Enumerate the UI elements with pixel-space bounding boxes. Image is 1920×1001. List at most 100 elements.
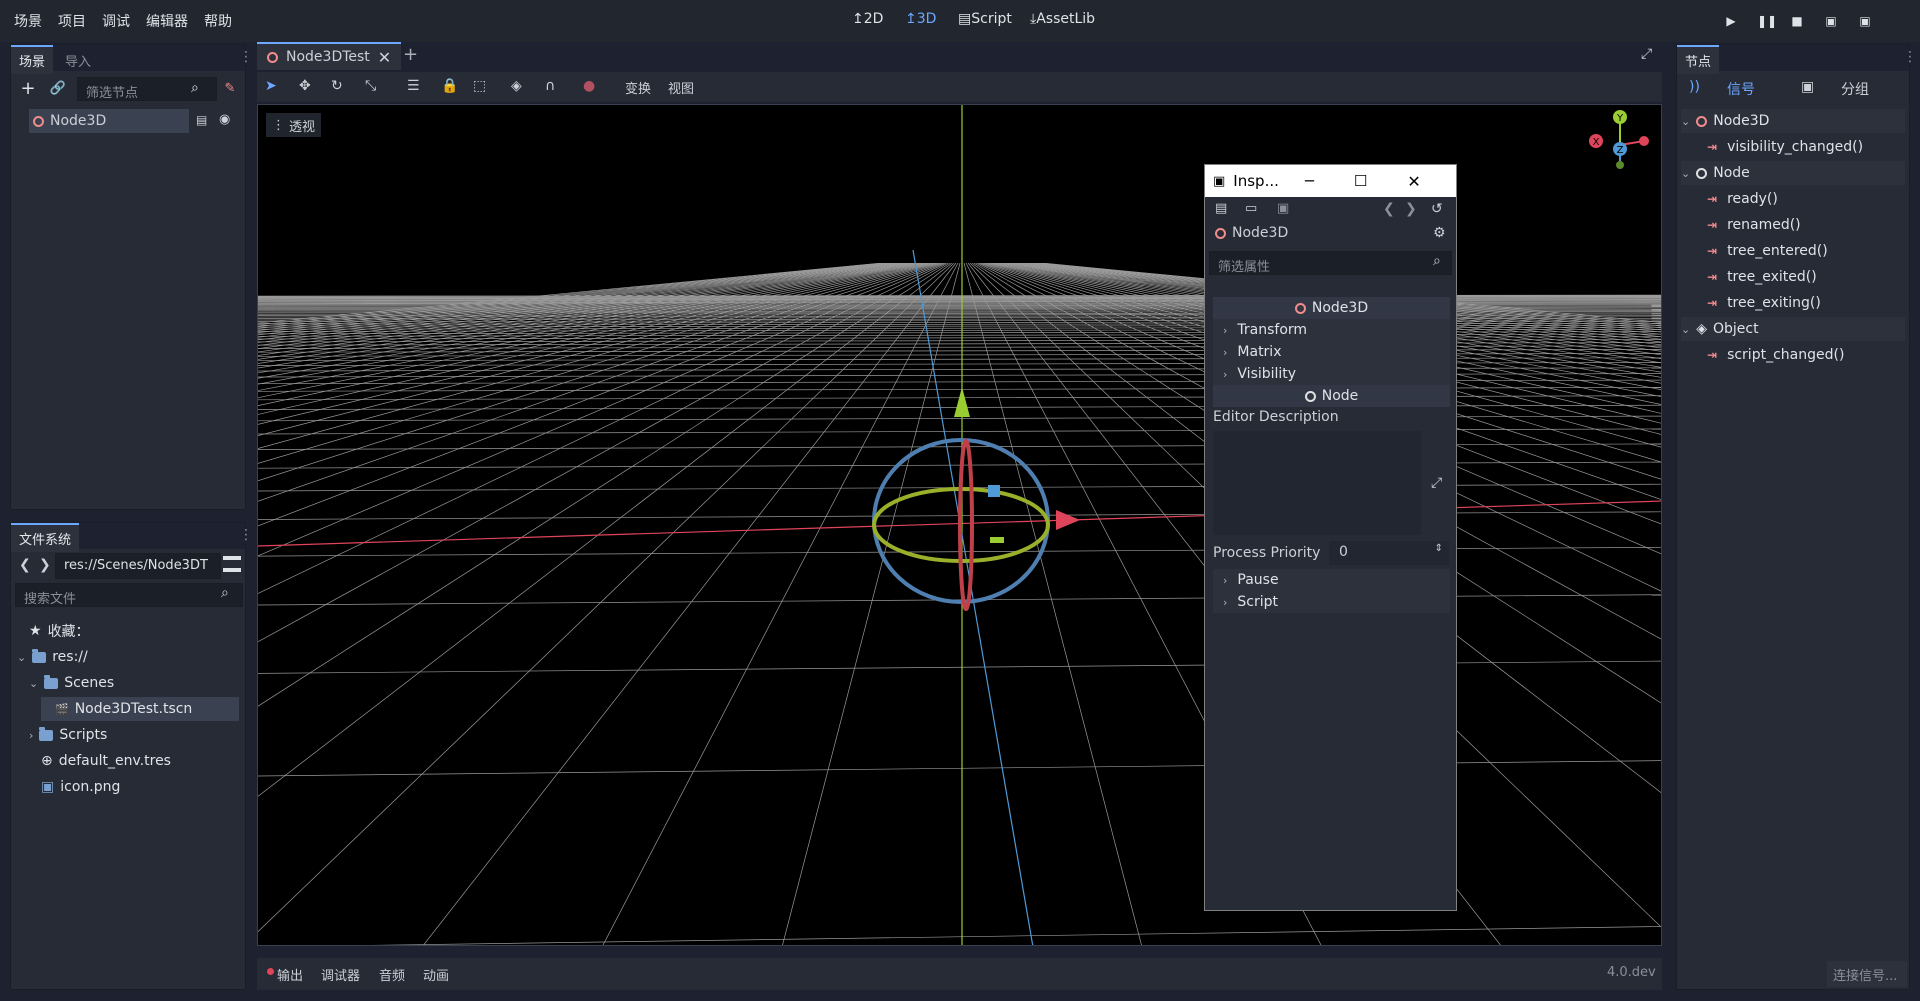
- mode-2d-button[interactable]: ↥2D: [852, 11, 883, 27]
- signal-group-node3d[interactable]: ⌄ Node3D: [1681, 109, 1905, 133]
- add-node-icon[interactable]: +: [17, 77, 39, 99]
- tab-node3dtest[interactable]: Node3DTest ✕: [257, 42, 402, 70]
- menu-transform[interactable]: 变换: [625, 78, 651, 97]
- select-tool-icon[interactable]: ➤: [265, 78, 277, 94]
- path-field[interactable]: res://Scenes/Node3DT: [55, 553, 221, 579]
- perspective-button[interactable]: ⋮ 透视: [266, 113, 322, 137]
- back-icon[interactable]: ❮: [19, 557, 31, 573]
- inspector-titlebar[interactable]: ▣ Insp... ─ ☐ ✕: [1205, 165, 1456, 197]
- menu-debug[interactable]: 调试: [102, 11, 130, 31]
- dock-menu-icon[interactable]: ⋮: [1903, 49, 1917, 65]
- favorites-row[interactable]: ★ 收藏：: [29, 619, 90, 643]
- open-folder-icon[interactable]: ▭: [1245, 201, 1257, 216]
- process-priority-spinbox[interactable]: 0 ⇕: [1329, 541, 1449, 565]
- signal-item[interactable]: ⇥ tree_exiting(): [1707, 291, 1821, 315]
- menu-view[interactable]: 视图: [668, 78, 694, 97]
- camera-preview-icon[interactable]: ●: [583, 78, 595, 94]
- editor-description-textarea[interactable]: [1213, 431, 1421, 535]
- tree-item-node3d[interactable]: Node3D: [29, 109, 189, 133]
- tab-import[interactable]: 导入: [57, 47, 99, 74]
- tab-groups[interactable]: 分组: [1841, 79, 1869, 99]
- new-resource-icon[interactable]: ▤: [1215, 201, 1227, 216]
- distraction-free-icon[interactable]: ⤢: [1641, 46, 1652, 62]
- signal-item[interactable]: ⇥ renamed(): [1707, 213, 1801, 237]
- tab-animation[interactable]: 动画: [423, 965, 449, 984]
- lock-icon[interactable]: 🔒: [441, 78, 458, 94]
- connect-signal-button[interactable]: 连接信号...: [1827, 961, 1907, 987]
- history-icon[interactable]: ↺: [1431, 201, 1443, 217]
- tab-filesystem[interactable]: 文件系统: [11, 523, 80, 552]
- tab-debugger[interactable]: 调试器: [321, 965, 360, 984]
- menu-help[interactable]: 帮助: [204, 11, 232, 31]
- play-custom-icon[interactable]: ▣: [1858, 14, 1872, 28]
- section-transform[interactable]: › Transform: [1213, 319, 1450, 341]
- expand-icon[interactable]: ⤢: [1431, 475, 1442, 491]
- group-icon[interactable]: ⬚: [473, 78, 486, 94]
- layout-toggle-icon[interactable]: [223, 556, 241, 572]
- save-icon[interactable]: ▣: [1277, 201, 1289, 216]
- play-scene-icon[interactable]: ▣: [1824, 14, 1838, 28]
- folder-scripts[interactable]: › Scripts: [29, 723, 107, 747]
- signal-item[interactable]: ⇥ visibility_changed(): [1707, 135, 1863, 159]
- forward-icon[interactable]: ❯: [39, 557, 51, 573]
- menu-scene[interactable]: 场景: [14, 11, 42, 31]
- play-icon[interactable]: ▶: [1724, 14, 1738, 28]
- signal-item[interactable]: ⇥ tree_entered(): [1707, 239, 1828, 263]
- mode-3d-button[interactable]: ↥3D: [905, 11, 936, 27]
- attach-script-icon[interactable]: ✎: [219, 77, 241, 99]
- link-icon[interactable]: 🔗: [47, 77, 69, 99]
- section-script[interactable]: › Script: [1213, 591, 1450, 613]
- transform-gizmo[interactable]: [872, 387, 1080, 611]
- history-forward-icon[interactable]: ❯: [1405, 201, 1417, 217]
- settings-icon[interactable]: ⚙: [1433, 225, 1446, 241]
- filter-properties-input[interactable]: 筛选属性: [1209, 251, 1452, 275]
- history-back-icon[interactable]: ❮: [1383, 201, 1395, 217]
- signal-icon: ⇥: [1707, 218, 1718, 232]
- close-icon[interactable]: ✕: [378, 48, 391, 67]
- search-files-input[interactable]: 搜索文件: [15, 583, 243, 607]
- folder-res[interactable]: ⌄ res://: [17, 645, 88, 669]
- signal-item[interactable]: ⇥ tree_exited(): [1707, 265, 1817, 289]
- mode-assetlib-button[interactable]: ⤓AssetLib: [1030, 11, 1095, 27]
- tab-output[interactable]: 输出: [277, 965, 303, 984]
- scale-tool-icon[interactable]: ⤡: [365, 78, 376, 94]
- tab-node[interactable]: 节点: [1677, 45, 1720, 74]
- orientation-gizmo[interactable]: Y X Z: [1578, 109, 1658, 179]
- search-icon: ⌕: [221, 585, 229, 601]
- rotate-tool-icon[interactable]: ↻: [331, 78, 343, 94]
- dock-menu-icon[interactable]: ⋮: [239, 527, 253, 543]
- snap-icon[interactable]: ∩: [545, 78, 555, 94]
- section-visibility[interactable]: › Visibility: [1213, 363, 1450, 385]
- signal-group-node[interactable]: ⌄ Node: [1681, 161, 1905, 185]
- section-pause[interactable]: › Pause: [1213, 569, 1450, 591]
- section-matrix[interactable]: › Matrix: [1213, 341, 1450, 363]
- node3d-icon: [267, 51, 278, 63]
- file-icon-png[interactable]: ▣ icon.png: [41, 775, 120, 799]
- folder-scenes[interactable]: ⌄ Scenes: [29, 671, 114, 695]
- inspector-node-path[interactable]: Node3D: [1215, 225, 1288, 241]
- signal-item[interactable]: ⇥ ready(): [1707, 187, 1778, 211]
- tab-audio[interactable]: 音频: [379, 965, 405, 984]
- file-default-env[interactable]: ⊕ default_env.tres: [41, 749, 171, 773]
- file-node3dtest-tscn[interactable]: 🎬 Node3DTest.tscn: [41, 697, 239, 721]
- tab-scene[interactable]: 场景: [11, 45, 54, 74]
- signal-item[interactable]: ⇥ script_changed(): [1707, 343, 1844, 367]
- list-select-icon[interactable]: ☰: [407, 78, 420, 94]
- minimize-icon[interactable]: ─: [1305, 172, 1314, 190]
- script-icon[interactable]: ▤: [196, 113, 207, 127]
- maximize-icon[interactable]: ☐: [1354, 172, 1367, 190]
- pause-icon[interactable]: ❚❚: [1757, 14, 1777, 28]
- move-tool-icon[interactable]: ✥: [299, 78, 311, 94]
- tab-signals[interactable]: 信号: [1727, 79, 1755, 99]
- stop-icon[interactable]: ■: [1790, 14, 1804, 28]
- menu-project[interactable]: 项目: [58, 11, 86, 31]
- menu-editor[interactable]: 编辑器: [146, 11, 188, 31]
- local-space-icon[interactable]: ◈: [511, 78, 522, 94]
- mode-script-button[interactable]: ▤Script: [958, 11, 1012, 27]
- scene-dock: 场景 导入 ⋮ + 🔗 筛选节点 ⌕ ✎ Node3D ▤ ◉: [10, 44, 253, 510]
- visibility-eye-icon[interactable]: ◉: [219, 112, 230, 127]
- close-icon[interactable]: ✕: [1407, 172, 1420, 191]
- dock-menu-icon[interactable]: ⋮: [239, 49, 253, 65]
- signal-group-object[interactable]: ⌄ ◈ Object: [1681, 317, 1905, 341]
- add-tab-icon[interactable]: +: [403, 44, 418, 65]
